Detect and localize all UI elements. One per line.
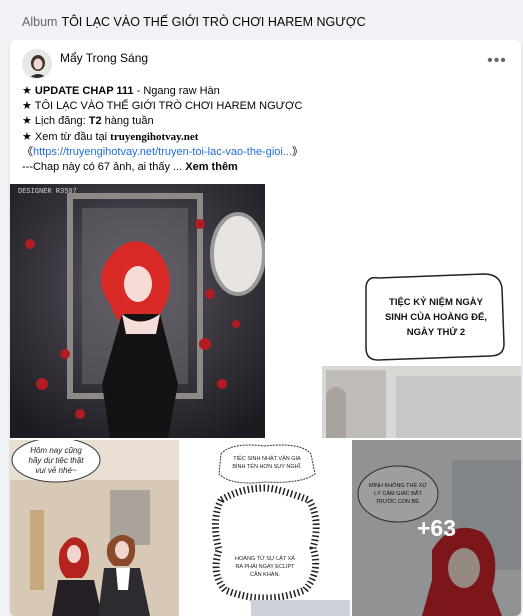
star-icon: ★ — [22, 85, 35, 97]
more-photos-count: +63 — [416, 514, 456, 541]
album-breadcrumb: Album TÔI LẠC VÀO THẾ GIỚI TRÒ CHƠI HARE… — [0, 0, 523, 44]
note-text: ---Chap này có 67 ảnh, ai thấy ... — [22, 161, 186, 174]
schedule-day: T2 — [88, 115, 102, 128]
post-line-site: ★ Xem từ đầu tại truyengihotvay.net — [22, 130, 512, 145]
watermark-text: DESIGNER R3507 — [18, 188, 77, 196]
speech-line-1: Hôm nay cũng — [30, 446, 82, 455]
photo-bottom-3[interactable]: MÌNH KHÔNG THỂ XỬ LÝ CẢM GIÁC BẤT TRƯỚC … — [352, 440, 521, 616]
speech-mid-2: RA PHẢI NGAY ECLIPT — [235, 563, 295, 570]
schedule-prefix: Lịch đăng: — [34, 115, 89, 128]
series-title: TÔI LẠC VÀO THẾ GIỚI TRÒ CHƠI HAREM NGƯỢ… — [34, 100, 303, 113]
caption-line-1: TIỆC KỶ NIỆM NGÀY — [389, 296, 484, 308]
post-line-update: ★ UPDATE CHAP 111 - Ngang raw Hàn — [22, 84, 512, 99]
see-more-link[interactable]: Xem thêm — [185, 161, 238, 173]
speech-line-2: hãy dự tiệc thật — [29, 456, 85, 465]
photo-main[interactable]: DESIGNER R3507 — [10, 184, 265, 438]
avatar[interactable] — [22, 49, 52, 79]
star-icon: ★ — [22, 100, 35, 113]
album-prefix: Album — [22, 15, 58, 29]
speech-mid-1: HOÀNG TỬ SỰ LẬT XẢ — [235, 555, 295, 562]
update-label: UPDATE CHAP 111 — [34, 85, 134, 97]
album-title[interactable]: TÔI LẠC VÀO THẾ GIỚI TRÒ CHƠI HAREM NGƯỢ… — [61, 15, 365, 29]
caption-line-2: SINH CỦA HOÀNG ĐẾ, — [385, 311, 487, 323]
speech-mid-3: CẦN KHÁN. — [250, 571, 280, 578]
post-line-link: 《https://truyengihotvay.net/truyen-toi-l… — [22, 145, 512, 160]
post-header: Mẩy Trong Sáng ••• — [10, 40, 521, 88]
speech-line-3: vui vẻ nhé~ — [35, 466, 76, 475]
post-text: ★ UPDATE CHAP 111 - Ngang raw Hàn ★ TÔI … — [22, 84, 512, 175]
more-photos-overlay[interactable]: +63 — [352, 440, 521, 616]
post-card: Mẩy Trong Sáng ••• ★ UPDATE CHAP 111 - N… — [10, 40, 521, 616]
photo-grid: DESIGNER R3507 TIỆC KỶ NIỆM NGÀY SINH CỦ… — [10, 184, 521, 616]
site-prefix: Xem từ đầu tại — [34, 130, 111, 143]
author-name[interactable]: Mẩy Trong Sáng — [60, 51, 148, 65]
speech-top-2: BÌNH TÊN HƠN SUY NGHĨ. — [232, 462, 302, 470]
post-line-title: ★ TÔI LẠC VÀO THẾ GIỚI TRÒ CHƠI HAREM NG… — [22, 99, 512, 114]
update-rest: - Ngang raw Hàn — [133, 85, 220, 97]
speech-top-1: TIỆC SINH NHẬT VẬN GIA — [233, 454, 301, 462]
bracket-open: 《 — [22, 145, 33, 158]
photo-bottom-2[interactable]: TIỆC SINH NHẬT VẬN GIA BÌNH TÊN HƠN SUY … — [181, 440, 350, 616]
star-icon: ★ — [22, 115, 35, 128]
post-line-note: ---Chap này có 67 ảnh, ai thấy ... Xem t… — [22, 160, 512, 175]
bracket-close: 》 — [292, 145, 304, 158]
star-icon: ★ — [22, 130, 35, 143]
post-line-schedule: ★ Lịch đăng: T2 hàng tuần — [22, 114, 512, 129]
series-link[interactable]: https://truyengihotvay.net/truyen-toi-la… — [33, 146, 292, 158]
schedule-rest: hàng tuần — [101, 115, 154, 128]
photo-bottom-1[interactable]: Hôm nay cũng hãy dự tiệc thật vui vẻ nhé… — [10, 440, 179, 616]
more-options-icon[interactable]: ••• — [485, 53, 509, 72]
caption-line-3: NGÀY THỨ 2 — [407, 326, 465, 338]
site-name: truyengihotvay.net — [110, 130, 199, 143]
photo-right[interactable]: TIỆC KỶ NIỆM NGÀY SINH CỦA HOÀNG ĐẾ, NGÀ… — [266, 184, 521, 438]
